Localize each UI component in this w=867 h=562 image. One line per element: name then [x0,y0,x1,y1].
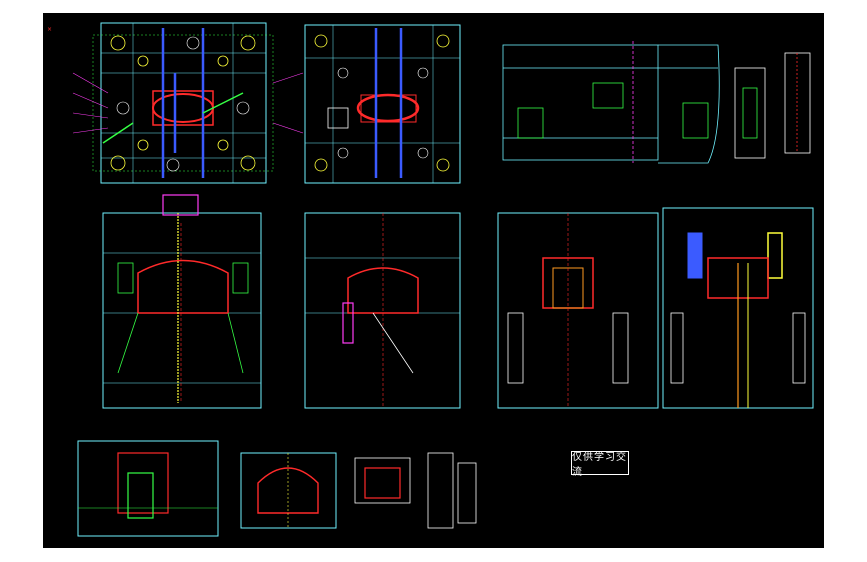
section-view-c [497,212,659,409]
section-view-b [304,212,461,409]
small-detail-2 [784,52,811,154]
small-detail-1 [734,67,766,159]
study-only-note: 仅供学习交流 [571,451,629,478]
side-view-b [658,44,720,164]
section-view-h [427,452,477,529]
corner-mark: × [47,26,52,33]
section-view-d [662,207,814,409]
section-view-g [354,457,411,504]
cad-drawing-canvas[interactable]: × 仅供学习交流 [43,13,824,548]
plan-view-1 [72,22,304,184]
section-view-e [77,440,219,537]
plan-view-2 [304,24,461,184]
section-view-a [102,194,262,409]
side-view-a [502,41,659,163]
mold-assembly-drawing: × [47,22,814,537]
section-view-f [240,452,337,529]
